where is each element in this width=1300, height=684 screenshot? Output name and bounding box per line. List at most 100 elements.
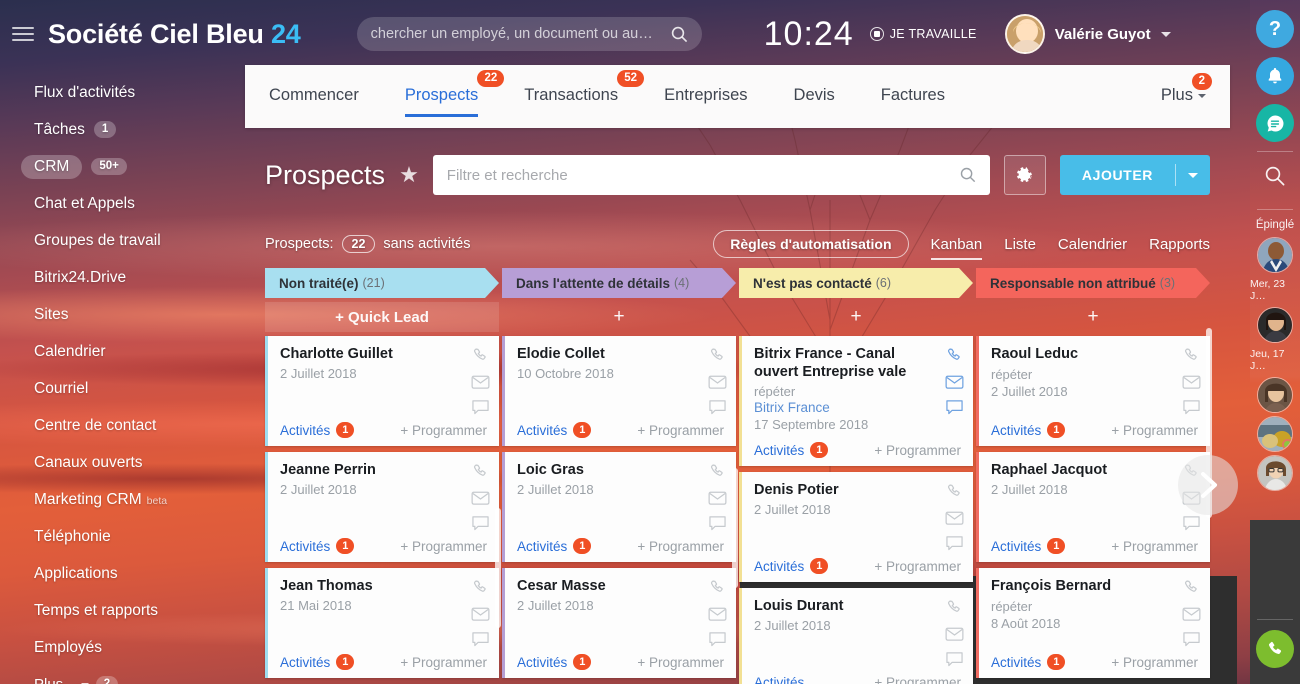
phone-icon[interactable] xyxy=(708,346,727,365)
kanban-column-header[interactable]: Non traité(e) (21) xyxy=(265,268,499,298)
email-icon[interactable] xyxy=(945,510,964,526)
comment-icon[interactable] xyxy=(945,535,964,552)
phone-icon[interactable] xyxy=(708,462,727,481)
user-menu[interactable]: Valérie Guyot xyxy=(1004,14,1171,54)
card-schedule-link[interactable]: + Programmer xyxy=(400,539,487,554)
view-mode-kanban[interactable]: Kanban xyxy=(930,236,982,260)
tab-commencer[interactable]: Commencer xyxy=(269,65,359,128)
kanban-card[interactable]: Charlotte Guillet 2 Juillet 2018 Activité… xyxy=(265,336,499,446)
filter-search-input[interactable] xyxy=(446,166,960,184)
card-activities-link[interactable]: Activités xyxy=(991,423,1041,438)
favorite-star-icon[interactable]: ★ xyxy=(399,162,419,188)
card-activities-link[interactable]: Activités xyxy=(517,423,567,438)
tab-transactions[interactable]: Transactions 52 xyxy=(524,65,645,128)
sidebar-item-centre-de-contact[interactable]: Centre de contact xyxy=(0,407,245,444)
card-schedule-link[interactable]: + Programmer xyxy=(874,675,961,684)
sidebar-item-courriel[interactable]: Courriel xyxy=(0,370,245,407)
sidebar-item-plus[interactable]: Plus... 2 xyxy=(0,666,245,684)
email-icon[interactable] xyxy=(708,490,727,506)
rail-avatar[interactable] xyxy=(1257,237,1293,273)
card-schedule-link[interactable]: + Programmer xyxy=(637,423,724,438)
phone-icon[interactable] xyxy=(945,346,964,365)
kanban-card[interactable]: Jeanne Perrin 2 Juillet 2018 Activités 1 + … xyxy=(265,452,499,562)
rail-avatar[interactable] xyxy=(1257,455,1293,491)
view-mode-calendrier[interactable]: Calendrier xyxy=(1058,236,1127,253)
kanban-card[interactable]: Jean Thomas 21 Mai 2018 Activités 1 + Progr… xyxy=(265,568,499,678)
card-schedule-link[interactable]: + Programmer xyxy=(637,655,724,670)
rail-search-button[interactable] xyxy=(1264,165,1286,192)
email-icon[interactable] xyxy=(1182,606,1201,622)
kanban-card[interactable]: Raphael Jacquot 2 Juillet 2018 Activités 1… xyxy=(976,452,1210,562)
comment-icon[interactable] xyxy=(1182,631,1201,648)
sidebar-item-crm[interactable]: CRM 50+ xyxy=(0,148,245,185)
rail-avatar[interactable] xyxy=(1257,416,1293,452)
kanban-card[interactable]: François Bernard répéter 8 Août 2018 Activ… xyxy=(976,568,1210,678)
card-schedule-link[interactable]: + Programmer xyxy=(637,539,724,554)
phone-icon[interactable] xyxy=(471,462,490,481)
email-icon[interactable] xyxy=(708,606,727,622)
sidebar-item-applications[interactable]: Applications xyxy=(0,555,245,592)
card-activities-link[interactable]: Activités xyxy=(517,539,567,554)
kanban-card[interactable]: Bitrix France - Canal ouvert Entreprise … xyxy=(739,336,973,467)
call-button[interactable] xyxy=(1256,630,1294,668)
automation-rules-button[interactable]: Règles d'automatisation xyxy=(713,230,909,258)
phone-icon[interactable] xyxy=(708,578,727,597)
comment-icon[interactable] xyxy=(471,399,490,416)
phone-icon[interactable] xyxy=(471,578,490,597)
sidebar-item-flux-d-activit-s[interactable]: Flux d'activités xyxy=(0,74,245,111)
comment-icon[interactable] xyxy=(708,631,727,648)
add-card-button[interactable]: + xyxy=(976,302,1210,332)
tab-prospects[interactable]: Prospects 22 xyxy=(404,65,505,128)
card-schedule-link[interactable]: + Programmer xyxy=(400,423,487,438)
global-search-box[interactable] xyxy=(356,17,702,51)
rail-avatar[interactable] xyxy=(1257,377,1293,413)
quick-lead-button[interactable]: + Quick Lead xyxy=(265,302,499,332)
card-activities-link[interactable]: Activités xyxy=(280,423,330,438)
tab-factures[interactable]: Factures xyxy=(881,65,945,128)
add-card-button[interactable]: + xyxy=(739,302,973,332)
kanban-card[interactable]: Loic Gras 2 Juillet 2018 Activités 1 + Prog… xyxy=(502,452,736,562)
sidebar-item-bitrix24-drive[interactable]: Bitrix24.Drive xyxy=(0,259,245,296)
view-mode-liste[interactable]: Liste xyxy=(1004,236,1036,253)
sidebar-item-chat-et-appels[interactable]: Chat et Appels xyxy=(0,185,245,222)
card-schedule-link[interactable]: + Programmer xyxy=(1111,539,1198,554)
sidebar-item-calendrier[interactable]: Calendrier xyxy=(0,333,245,370)
email-icon[interactable] xyxy=(945,374,964,390)
add-card-button[interactable]: + xyxy=(502,302,736,332)
tab-entreprises[interactable]: Entreprises xyxy=(664,65,747,128)
card-activities-link[interactable]: Activités xyxy=(754,443,804,458)
card-activities-link[interactable]: Activités xyxy=(517,655,567,670)
column-scrollbar[interactable] xyxy=(495,508,501,628)
brand-title[interactable]: Société Ciel Bleu 24 xyxy=(48,19,301,50)
comment-icon[interactable] xyxy=(1182,515,1201,532)
email-icon[interactable] xyxy=(471,606,490,622)
column-scrollbar[interactable] xyxy=(1206,328,1212,518)
email-icon[interactable] xyxy=(1182,374,1201,390)
tab-devis[interactable]: Devis xyxy=(794,65,835,128)
comment-icon[interactable] xyxy=(708,515,727,532)
email-icon[interactable] xyxy=(945,626,964,642)
card-schedule-link[interactable]: + Programmer xyxy=(874,559,961,574)
kanban-card[interactable]: Raoul Leduc répéter 2 Juillet 2018 Activit… xyxy=(976,336,1210,446)
kanban-column-header[interactable]: N'est pas contacté (6) xyxy=(739,268,973,298)
kanban-column-header[interactable]: Dans l'attente de détails (4) xyxy=(502,268,736,298)
view-mode-rapports[interactable]: Rapports xyxy=(1149,236,1210,253)
kanban-card[interactable]: Louis Durant 2 Juillet 2018 Activités + Pr… xyxy=(739,588,973,684)
comment-icon[interactable] xyxy=(945,651,964,668)
kanban-card[interactable]: Cesar Masse 2 Juillet 2018 Activités 1 + Pr… xyxy=(502,568,736,678)
global-search-input[interactable] xyxy=(370,26,671,42)
phone-icon[interactable] xyxy=(471,346,490,365)
sidebar-item-sites[interactable]: Sites xyxy=(0,296,245,333)
email-icon[interactable] xyxy=(1182,490,1201,506)
add-dropdown-toggle[interactable] xyxy=(1176,172,1210,178)
email-icon[interactable] xyxy=(471,374,490,390)
rail-avatar[interactable] xyxy=(1257,307,1293,343)
card-activities-link[interactable]: Activités xyxy=(754,559,804,574)
card-activities-link[interactable]: Activités xyxy=(754,675,804,684)
kanban-card[interactable]: Denis Potier 2 Juillet 2018 Activités 1 + P… xyxy=(739,472,973,583)
phone-icon[interactable] xyxy=(945,598,964,617)
phone-icon[interactable] xyxy=(1182,578,1201,597)
card-activities-link[interactable]: Activités xyxy=(280,539,330,554)
phone-icon[interactable] xyxy=(945,482,964,501)
phone-icon[interactable] xyxy=(1182,346,1201,365)
